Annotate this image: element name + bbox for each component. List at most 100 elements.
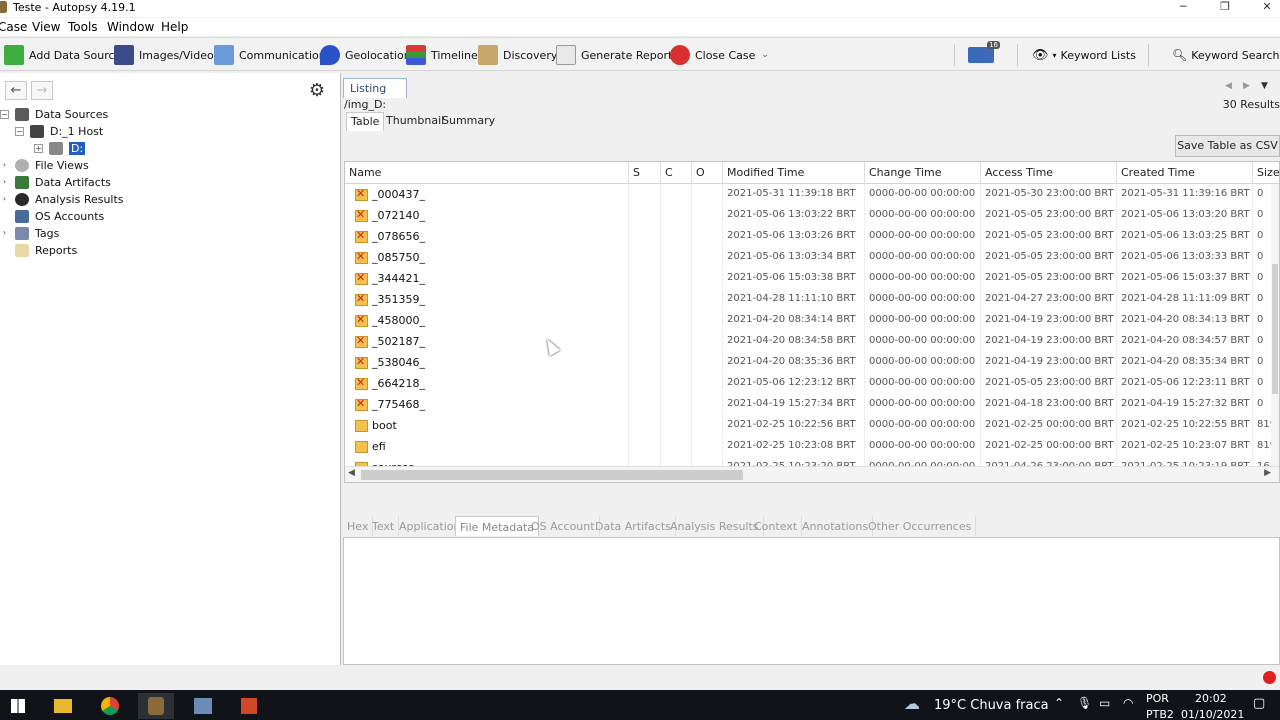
save-table-csv-button[interactable]: Save Table as CSV bbox=[1175, 135, 1280, 157]
notifications-button[interactable]: 16 bbox=[968, 41, 1000, 68]
taskbar-autopsy[interactable] bbox=[138, 693, 174, 719]
scroll-right-icon[interactable]: ▶ bbox=[1264, 468, 1271, 478]
column-change-time[interactable]: Change Time bbox=[865, 162, 981, 184]
cell-empty bbox=[661, 184, 692, 205]
gear-icon[interactable]: ⚙ bbox=[306, 81, 328, 101]
close-case-button[interactable]: Close Case ⌄ bbox=[670, 42, 769, 68]
tree-item-os-accounts[interactable]: OS Accounts bbox=[0, 208, 104, 225]
keyword-search-button[interactable]: 🔍︎ Keyword Search bbox=[1172, 42, 1280, 68]
keyboard-layout[interactable]: PTB2 bbox=[1146, 708, 1174, 720]
microphone-icon[interactable]: 🎙︎ bbox=[1077, 696, 1092, 710]
keyword-lists-button[interactable]: 👁 ▾ Keyword Lists bbox=[1032, 42, 1136, 68]
scroll-thumb[interactable] bbox=[1272, 264, 1278, 394]
clock-time[interactable]: 20:02 bbox=[1195, 692, 1227, 705]
windows-taskbar: ☁ 19°C Chuva fraca ⌃ 🎙︎ ▭ ◠ POR PTB2 20:… bbox=[0, 690, 1280, 720]
menu-case[interactable]: Case bbox=[0, 20, 27, 34]
wifi-icon[interactable]: ◠ bbox=[1123, 696, 1133, 710]
column-c[interactable]: C bbox=[661, 162, 692, 184]
stop-icon[interactable] bbox=[1263, 671, 1276, 684]
tree-item-drive-d[interactable]: + D: bbox=[34, 140, 86, 157]
column-access-time[interactable]: Access Time bbox=[981, 162, 1117, 184]
table-row[interactable]: boot 2021-02-25 10:22:56 BRT 0000-00-00 00… bbox=[345, 415, 1279, 436]
expand-icon[interactable]: › bbox=[0, 195, 9, 204]
expand-icon[interactable]: › bbox=[0, 178, 9, 187]
chevron-down-icon[interactable]: ⌄ bbox=[761, 50, 769, 60]
taskbar-chrome[interactable] bbox=[92, 693, 128, 719]
tab-other-occurrences[interactable]: Other Occurrences bbox=[864, 516, 977, 536]
tab-data-artifacts[interactable]: Data Artifacts bbox=[591, 516, 676, 536]
table-row[interactable]: _078656_ 2021-05-06 13:03:26 BRT0000-00-0… bbox=[345, 226, 1279, 247]
column-size[interactable]: Size bbox=[1253, 162, 1279, 184]
images-videos-button[interactable]: Images/Videos bbox=[114, 42, 219, 68]
forward-arrow-icon[interactable]: → bbox=[31, 81, 53, 100]
tree-item-reports[interactable]: Reports bbox=[0, 242, 77, 259]
notification-center-icon[interactable]: ▢ bbox=[1253, 696, 1265, 711]
menu-help[interactable]: Help bbox=[161, 20, 188, 34]
minimize-button[interactable]: ─ bbox=[1160, 0, 1206, 17]
column-o[interactable]: O bbox=[692, 162, 723, 184]
horizontal-scrollbar[interactable]: ◀ ▶ bbox=[345, 466, 1279, 482]
table-row[interactable]: _000437_ 2021-05-31 11:39:18 BRT0000-00-0… bbox=[345, 184, 1279, 205]
table-row[interactable]: _775468_ 2021-04-19 15:27:34 BRT0000-00-0… bbox=[345, 394, 1279, 415]
tab-analysis-results[interactable]: Analysis Results bbox=[666, 516, 764, 536]
column-s[interactable]: S bbox=[629, 162, 661, 184]
table-row[interactable]: _344421_ 2021-05-06 15:03:38 BRT0000-00-0… bbox=[345, 268, 1279, 289]
maximize-button[interactable]: ❐ bbox=[1202, 0, 1248, 17]
next-tab-icon[interactable]: ▶ bbox=[1243, 81, 1250, 91]
menu-window[interactable]: Window bbox=[107, 20, 154, 34]
tree-item-data-sources[interactable]: − Data Sources bbox=[0, 106, 108, 123]
taskbar-file-explorer[interactable] bbox=[45, 693, 81, 719]
vertical-scrollbar[interactable] bbox=[1271, 184, 1279, 468]
table-row[interactable]: _458000_ 2021-04-20 08:34:14 BRT0000-00-0… bbox=[345, 310, 1279, 331]
expand-icon[interactable]: › bbox=[0, 229, 9, 238]
close-window-button[interactable]: ✕ bbox=[1244, 0, 1280, 17]
geolocation-button[interactable]: Geolocation bbox=[320, 42, 411, 68]
column-name[interactable]: Name bbox=[345, 162, 629, 184]
chevron-up-icon[interactable]: ⌃ bbox=[1054, 696, 1064, 710]
scroll-thumb[interactable] bbox=[361, 470, 743, 480]
tab-listing[interactable]: Listing bbox=[343, 78, 407, 98]
table-row[interactable]: _502187_ 2021-04-20 08:34:58 BRT0000-00-0… bbox=[345, 331, 1279, 352]
table-row[interactable]: efi 2021-02-25 10:23:08 BRT 0000-00-00 00:… bbox=[345, 436, 1279, 457]
communications-button[interactable]: Communications bbox=[214, 42, 331, 68]
tab-os-account[interactable]: OS Account bbox=[527, 516, 600, 536]
discovery-button[interactable]: Discovery bbox=[478, 42, 557, 68]
clock-date[interactable]: 01/10/2021 bbox=[1181, 708, 1244, 720]
menu-view[interactable]: View bbox=[32, 20, 60, 34]
back-arrow-icon[interactable]: ← bbox=[5, 81, 27, 100]
autopsy-icon bbox=[148, 697, 164, 715]
previous-tab-icon[interactable]: ◀ bbox=[1225, 81, 1232, 91]
tab-summary[interactable]: Summary bbox=[438, 112, 499, 131]
tree-item-host[interactable]: − D:_1 Host bbox=[15, 123, 103, 140]
battery-icon[interactable]: ▭ bbox=[1099, 696, 1110, 710]
language-indicator[interactable]: POR bbox=[1146, 692, 1169, 705]
collapse-icon[interactable]: − bbox=[15, 127, 24, 136]
expand-icon[interactable]: + bbox=[34, 144, 43, 153]
table-row[interactable]: _664218_ 2021-05-06 12:23:12 BRT0000-00-0… bbox=[345, 373, 1279, 394]
table-row[interactable]: _538046_ 2021-04-20 08:35:36 BRT0000-00-0… bbox=[345, 352, 1279, 373]
expand-icon[interactable]: › bbox=[0, 161, 9, 170]
tree-item-file-views[interactable]: › File Views bbox=[0, 157, 89, 174]
tree-item-analysis-results[interactable]: › Analysis Results bbox=[0, 191, 124, 208]
taskbar-app[interactable] bbox=[185, 693, 221, 719]
tree-item-data-artifacts[interactable]: › Data Artifacts bbox=[0, 174, 111, 191]
tab-list-icon[interactable]: ▼ bbox=[1261, 81, 1268, 91]
generate-report-button[interactable]: Generate Report bbox=[556, 42, 672, 68]
table-row[interactable]: _351359_ 2021-04-28 11:11:10 BRT0000-00-0… bbox=[345, 289, 1279, 310]
tab-table[interactable]: Table bbox=[346, 112, 385, 131]
scroll-left-icon[interactable]: ◀ bbox=[348, 468, 355, 478]
start-button[interactable] bbox=[0, 693, 36, 719]
weather-text[interactable]: 19°C Chuva fraca bbox=[934, 698, 1049, 713]
table-row[interactable]: _072140_ 2021-05-06 13:03:22 BRT0000-00-0… bbox=[345, 205, 1279, 226]
column-modified-time[interactable]: Modified Time bbox=[723, 162, 865, 184]
tree-item-tags[interactable]: › Tags bbox=[0, 225, 59, 242]
tab-annotations[interactable]: Annotations bbox=[798, 516, 874, 536]
menu-tools[interactable]: Tools bbox=[68, 20, 98, 34]
timeline-button[interactable]: Timeline bbox=[406, 42, 478, 68]
collapse-icon[interactable]: − bbox=[0, 110, 9, 119]
table-row[interactable]: _085750_ 2021-05-06 13:03:34 BRT0000-00-0… bbox=[345, 247, 1279, 268]
taskbar-powerpoint[interactable] bbox=[231, 693, 267, 719]
tab-context[interactable]: Context bbox=[750, 516, 803, 536]
column-created-time[interactable]: Created Time bbox=[1117, 162, 1253, 184]
add-data-source-button[interactable]: Add Data Source bbox=[4, 42, 121, 68]
